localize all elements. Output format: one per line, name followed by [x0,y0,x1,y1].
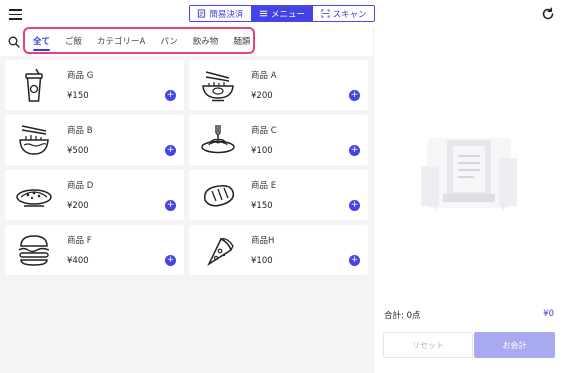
product-price: ¥400 [67,256,89,266]
list-icon [259,10,268,17]
cart-total-value: ¥0 [543,309,554,319]
add-to-cart-button[interactable]: + [349,145,360,156]
tab-menu[interactable]: メニュー [250,6,313,21]
tab-quick-payment-label: 簡易決済 [209,9,244,20]
cart-total-label: 合計: 0点 [384,311,421,321]
ramen-bowl-icon [19,125,49,155]
hamburger-menu-icon[interactable] [9,8,22,20]
search-icon[interactable] [8,36,20,48]
category-bar: 全て ご飯 カテゴリーA パン 飲み物 麺類 [0,27,373,56]
product-card[interactable]: 商品 G ¥150 + [5,60,184,110]
add-to-cart-button[interactable]: + [165,200,176,211]
product-card[interactable]: 商品 C ¥100 + [189,115,368,165]
mode-switcher: 簡易決済 メニュー スキャン [189,5,375,22]
category-tab-drinks[interactable]: 飲み物 [193,28,219,54]
category-tab-rice[interactable]: ご飯 [65,28,82,54]
category-tab-all[interactable]: 全て [33,28,51,54]
receipt-icon [198,9,206,18]
product-price: ¥200 [251,91,273,101]
bread-icon [203,185,235,207]
add-to-cart-button[interactable]: + [349,255,360,266]
product-price: ¥150 [67,91,89,101]
product-card[interactable]: 商品 F ¥400 + [5,225,184,275]
product-price: ¥150 [251,201,273,211]
noodle-bowl-icon [202,71,234,102]
reset-button[interactable]: リセット [383,332,473,358]
pizza-slice-icon [207,238,234,267]
product-name: 商品 C [251,126,277,136]
product-name: 商品 D [67,181,94,191]
tab-scan[interactable]: スキャン [312,6,374,21]
add-to-cart-button[interactable]: + [349,200,360,211]
pizza-plate-icon [16,189,52,207]
tab-scan-label: スキャン [332,9,367,20]
product-card[interactable]: 商品 A ¥200 + [189,60,368,110]
checkout-button[interactable]: お会計 [474,332,555,358]
drink-cup-icon [25,68,43,102]
product-pane: 全て ご飯 カテゴリーA パン 飲み物 麺類 商品 G ¥150 + 商品 A … [0,27,373,373]
refresh-icon[interactable] [541,7,555,21]
product-price: ¥100 [251,146,273,156]
burger-icon [18,235,50,266]
add-to-cart-button[interactable]: + [165,145,176,156]
product-name: 商品 E [251,181,277,191]
add-to-cart-button[interactable]: + [165,90,176,101]
product-name: 商品H [251,236,275,246]
product-price: ¥200 [67,201,89,211]
product-grid: 商品 G ¥150 + 商品 A ¥200 + 商品 B ¥500 + 商品 C… [5,60,368,275]
category-tab-bread[interactable]: パン [160,28,177,54]
product-card[interactable]: 商品 B ¥500 + [5,115,184,165]
add-to-cart-button[interactable]: + [349,90,360,101]
category-tabs: 全て ご飯 カテゴリーA パン 飲み物 麺類 [33,28,265,54]
product-card[interactable]: 商品 E ¥150 + [189,170,368,220]
add-to-cart-button[interactable]: + [165,255,176,266]
empty-cart-illustration [421,138,517,210]
category-tab-noodles[interactable]: 麺類 [233,28,250,54]
pasta-plate-icon [201,125,235,154]
product-name: 商品 B [67,126,93,136]
scan-icon [321,9,330,18]
tab-menu-label: メニュー [271,9,306,20]
product-card[interactable]: 商品H ¥100 + [189,225,368,275]
cart-pane: 合計: 0点 ¥0 リセット お会計 [373,28,565,373]
tab-quick-payment[interactable]: 簡易決済 [190,6,251,21]
product-name: 商品 G [67,71,94,81]
product-name: 商品 F [67,236,92,246]
product-price: ¥100 [251,256,273,266]
product-price: ¥500 [67,146,89,156]
top-bar: 簡易決済 メニュー スキャン [0,0,565,28]
product-name: 商品 A [251,71,277,81]
category-tab-a[interactable]: カテゴリーA [97,28,145,54]
product-card[interactable]: 商品 D ¥200 + [5,170,184,220]
